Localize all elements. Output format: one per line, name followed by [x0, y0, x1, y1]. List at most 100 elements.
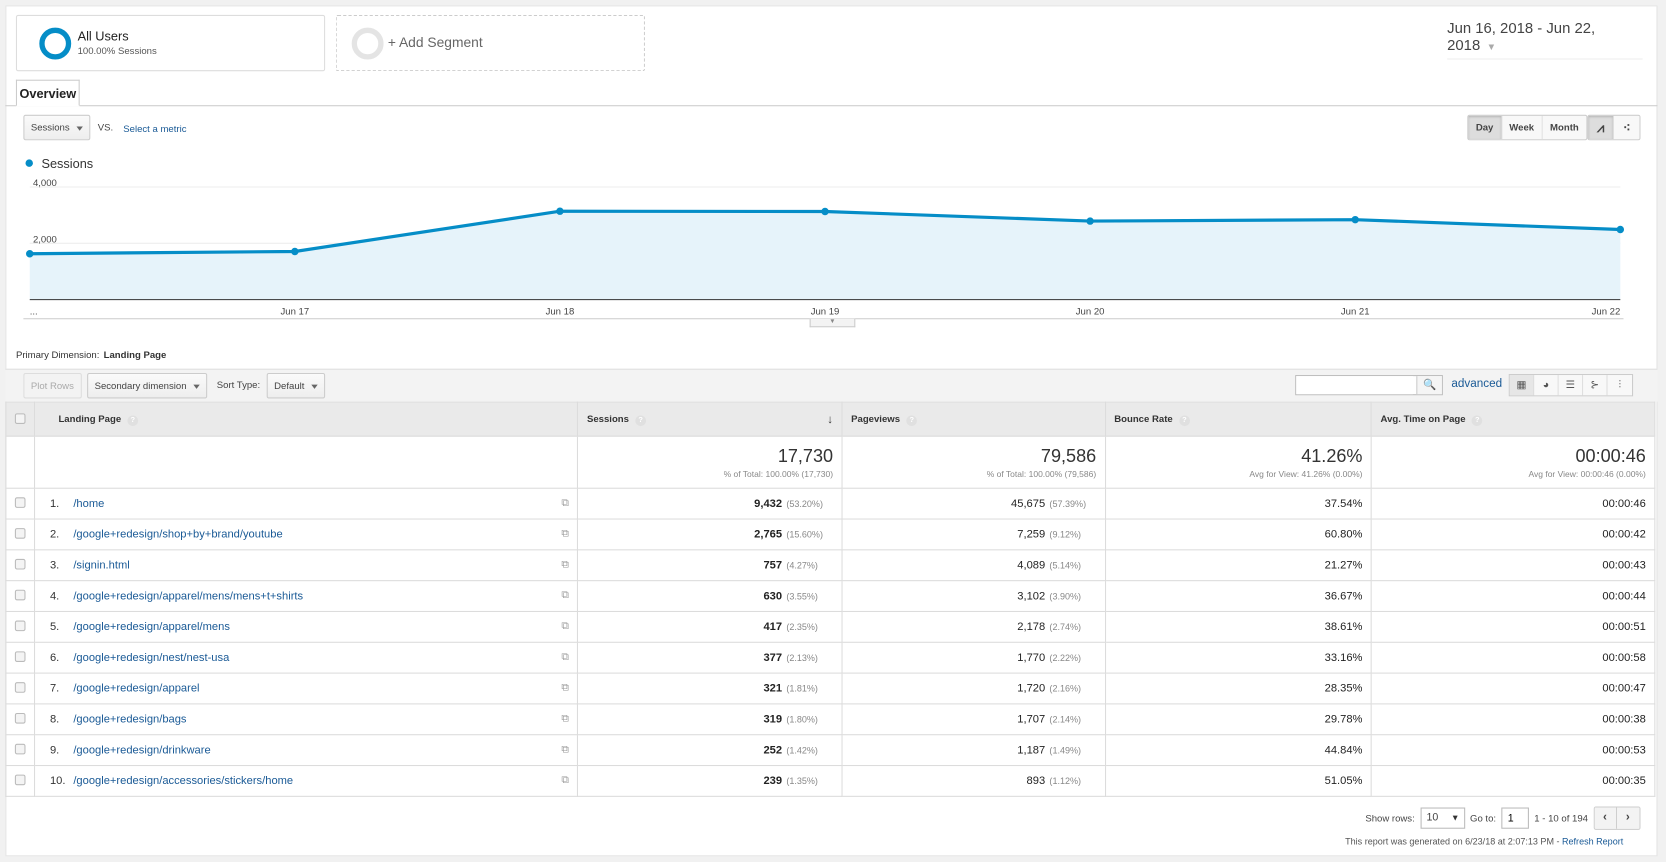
row-checkbox[interactable]	[14, 619, 26, 631]
row-checkbox[interactable]	[14, 496, 26, 508]
select-all-checkbox[interactable]	[14, 412, 26, 424]
avg-time-cell: 00:00:35	[1370, 765, 1656, 797]
pageviews-pct: (2.74%)	[1049, 621, 1082, 633]
x-tick-label: ...	[30, 307, 38, 318]
column-pageviews[interactable]: Pageviews?	[841, 401, 1106, 437]
table-view-icon[interactable]: ▦	[1509, 375, 1535, 396]
external-link-icon[interactable]: ⧉	[561, 559, 569, 571]
data-point[interactable]	[291, 247, 299, 256]
landing-page-link[interactable]: /signin.html	[73, 559, 129, 572]
avg-time-cell: 00:00:38	[1370, 703, 1656, 736]
row-checkbox[interactable]	[14, 527, 26, 539]
caret-down-icon	[76, 126, 83, 131]
primary-dimension-value[interactable]: Landing Page	[104, 350, 167, 361]
goto-input[interactable]	[1501, 807, 1529, 829]
data-point[interactable]	[821, 207, 829, 216]
pie-view-icon[interactable]: ◕	[1534, 375, 1559, 396]
row-checkbox[interactable]	[14, 774, 26, 785]
x-tick-label: Jun 18	[546, 307, 575, 318]
column-bounce-rate[interactable]: Bounce Rate?	[1104, 401, 1373, 437]
y-tick-label: 2,000	[33, 234, 57, 245]
help-icon[interactable]: ?	[906, 414, 918, 426]
sort-type-label: Sort Type:	[216, 379, 261, 390]
landing-page-link[interactable]: /google+redesign/nest/nest-usa	[73, 651, 229, 664]
advanced-filter-link[interactable]: advanced	[1451, 377, 1502, 390]
sessions-pct: (1.42%)	[786, 744, 818, 756]
help-icon[interactable]: ?	[635, 414, 646, 426]
row-checkbox[interactable]	[14, 712, 26, 724]
table-search-input[interactable]	[1296, 376, 1414, 395]
area-fill	[29, 211, 1621, 300]
pageviews-pct: (3.90%)	[1049, 590, 1082, 602]
landing-page-link[interactable]: /google+redesign/apparel	[73, 682, 199, 695]
data-point[interactable]	[26, 250, 34, 258]
chart-collapse-handle[interactable]: ▼	[809, 318, 856, 328]
landing-page-link[interactable]: /google+redesign/shop+by+brand/youtube	[73, 528, 282, 541]
total-value: 00:00:46	[1575, 445, 1646, 466]
column-sessions[interactable]: Sessions? ↓	[577, 401, 843, 437]
external-link-icon[interactable]: ⧉	[561, 528, 569, 540]
add-segment-button[interactable]: + Add Segment	[335, 14, 645, 72]
landing-page-link[interactable]: /google+redesign/bags	[73, 713, 186, 726]
external-link-icon[interactable]: ⧉	[561, 651, 569, 663]
total-sessions: 17,730 % of Total: 100.00% (17,730)	[577, 435, 843, 489]
landing-page-link[interactable]: /google+redesign/apparel/mens	[73, 621, 230, 634]
sort-type-dropdown[interactable]: Default	[266, 372, 325, 399]
granularity-day[interactable]: Day	[1468, 115, 1502, 140]
sessions-pct: (15.60%)	[786, 529, 823, 540]
show-rows-select[interactable]: 10	[1420, 807, 1465, 829]
landing-page-link[interactable]: /google+redesign/apparel/mens/mens+t+shi…	[73, 590, 303, 603]
select-metric-link[interactable]: Select a metric	[123, 123, 186, 134]
bounce-rate-cell: 44.84%	[1104, 734, 1373, 767]
data-point[interactable]	[1351, 215, 1359, 224]
total-pageviews: 79,586 % of Total: 100.00% (79,586)	[841, 435, 1106, 489]
data-point[interactable]	[1086, 217, 1094, 225]
metric-dropdown[interactable]: Sessions	[23, 114, 90, 141]
external-link-icon[interactable]: ⧉	[561, 744, 569, 756]
refresh-report-link[interactable]: Refresh Report	[1562, 836, 1623, 847]
row-checkbox[interactable]	[14, 743, 26, 754]
external-link-icon[interactable]: ⧉	[561, 682, 569, 694]
primary-dimension: Primary Dimension: Landing Page	[16, 350, 166, 361]
row-checkbox[interactable]	[14, 681, 26, 693]
prev-page-icon[interactable]: ‹	[1594, 807, 1617, 829]
external-link-icon[interactable]: ⧉	[561, 775, 569, 787]
help-icon[interactable]: ?	[1179, 414, 1190, 426]
pageviews-pct: (2.16%)	[1049, 683, 1082, 694]
sessions-cell: 377 (2.13%)	[577, 641, 843, 674]
secondary-dimension-dropdown[interactable]: Secondary dimension	[87, 372, 207, 399]
column-avg-time[interactable]: Avg. Time on Page?	[1370, 401, 1656, 437]
motion-chart-icon[interactable]: ⁖	[1613, 115, 1640, 140]
date-range-picker[interactable]: Jun 16, 2018 - Jun 22, 2018 ▼	[1447, 19, 1643, 60]
segment-all-users[interactable]: All Users 100.00% Sessions	[15, 14, 326, 72]
row-checkbox[interactable]	[14, 589, 26, 600]
landing-page-link[interactable]: /google+redesign/drinkware	[73, 744, 210, 757]
bounce-rate-cell: 21.27%	[1104, 549, 1373, 582]
external-link-icon[interactable]: ⧉	[561, 590, 569, 602]
granularity-month[interactable]: Month	[1542, 115, 1587, 140]
line-chart-icon[interactable]: ⩘	[1588, 115, 1614, 140]
pivot-view-icon[interactable]: ⫶	[1607, 375, 1632, 396]
column-landing-page[interactable]: Landing Page?	[33, 401, 579, 437]
performance-view-icon[interactable]: ☰	[1558, 375, 1584, 396]
tab-overview[interactable]: Overview	[15, 79, 80, 107]
external-link-icon[interactable]: ⧉	[561, 497, 569, 509]
sessions-value: 9,432	[754, 497, 783, 510]
data-point[interactable]	[556, 207, 564, 215]
bounce-rate-cell: 60.80%	[1104, 518, 1373, 551]
comparison-view-icon[interactable]: ⊱	[1583, 375, 1608, 396]
landing-page-cell: 4. /google+redesign/apparel/mens/mens+t+s…	[33, 580, 579, 612]
plot-rows-button[interactable]: Plot Rows	[23, 372, 82, 399]
external-link-icon[interactable]: ⧉	[561, 713, 569, 725]
external-link-icon[interactable]: ⧉	[561, 621, 569, 633]
search-icon[interactable]: 🔍	[1416, 376, 1442, 395]
granularity-week[interactable]: Week	[1501, 115, 1543, 140]
landing-page-link[interactable]: /google+redesign/accessories/stickers/ho…	[73, 775, 293, 788]
next-page-icon[interactable]: ›	[1616, 807, 1640, 829]
help-icon[interactable]: ?	[1471, 414, 1483, 426]
row-checkbox[interactable]	[14, 558, 26, 569]
row-checkbox[interactable]	[14, 650, 26, 662]
landing-page-link[interactable]: /home	[73, 497, 104, 510]
help-icon[interactable]: ?	[127, 414, 139, 426]
data-point[interactable]	[1616, 225, 1625, 234]
